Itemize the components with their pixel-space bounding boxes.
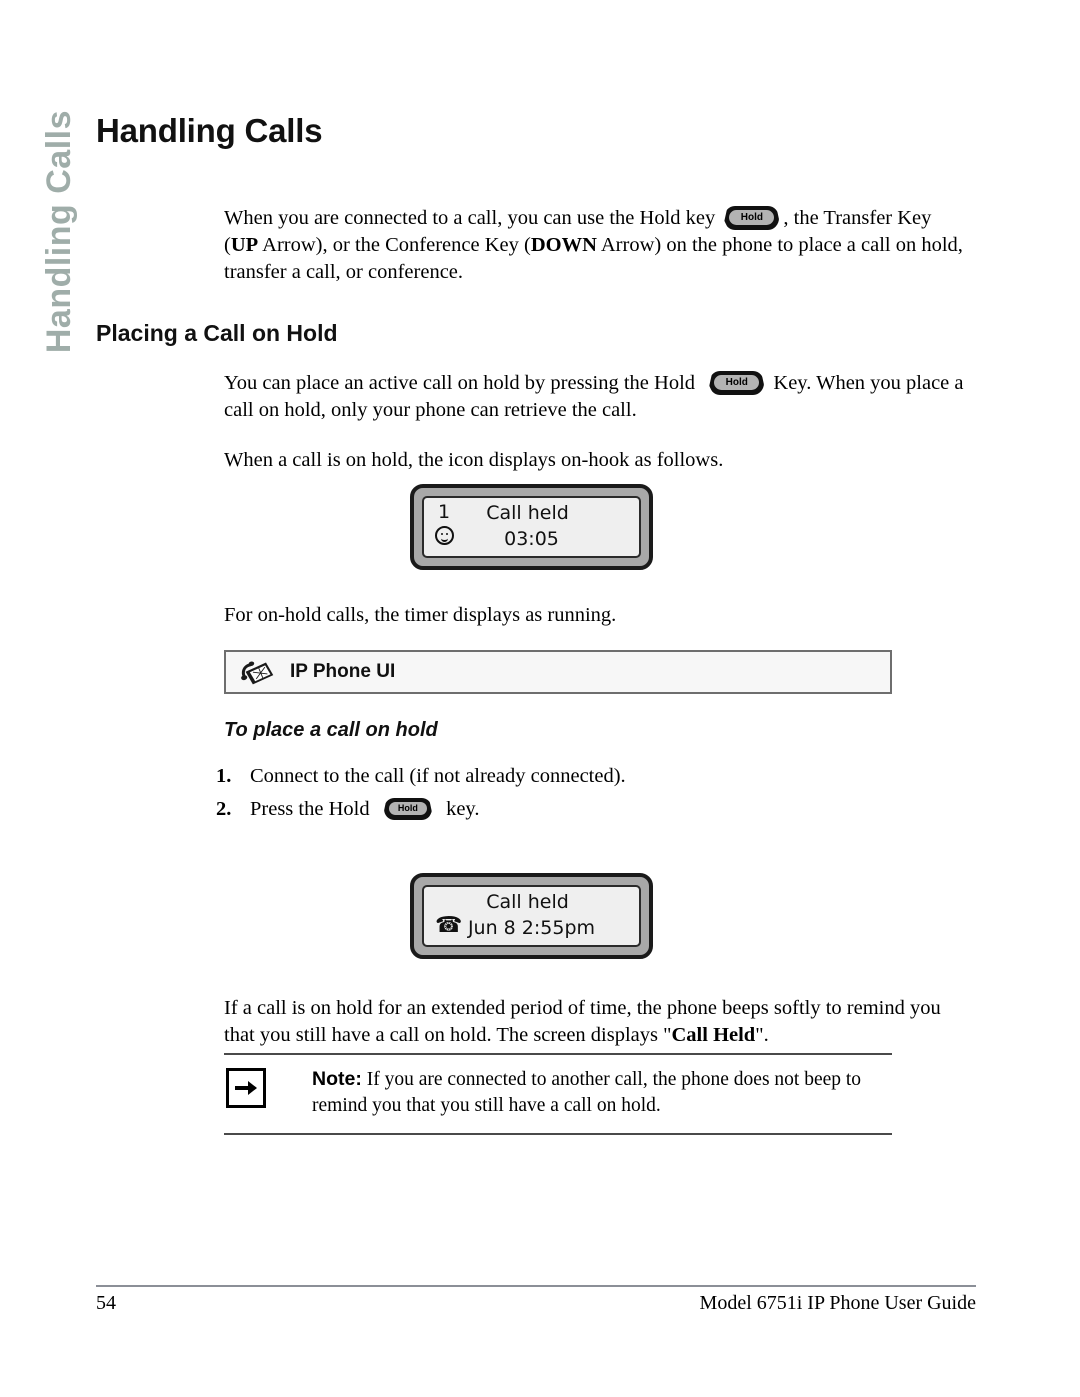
icon-paragraph: When a call is on hold, the icon display… [224, 449, 724, 471]
hold-key-inner: Hold [729, 210, 775, 225]
procedure-subheading: To place a call on hold [224, 719, 438, 741]
page-title: Handling Calls [96, 112, 323, 149]
desk-phone-icon [238, 657, 276, 687]
step2-text-after-key: key. [446, 798, 480, 820]
section-heading: Placing a Call on Hold [96, 320, 338, 346]
footer-rule [96, 1285, 976, 1287]
hold-paragraph: You can place an active call on hold by … [224, 370, 969, 424]
hold-key-icon-3[interactable]: Hold [383, 798, 432, 820]
right-arrow-icon [226, 1068, 266, 1108]
intro-paragraph: When you are connected to a call, you ca… [224, 205, 969, 286]
ip-phone-ui-label: IP Phone UI [290, 661, 396, 682]
step-text: Press the Hold Hold key. [250, 793, 916, 826]
intro-bold-down: DOWN [530, 234, 597, 256]
step2-text-before-key: Press the Hold [250, 798, 370, 820]
hold-text-before-key: You can place an active call on hold by … [224, 372, 696, 394]
hold-key-inner: Hold [714, 375, 760, 390]
intro-text-before-key: When you are connected to a call, you ca… [224, 207, 716, 229]
icon-paragraph-block: When a call is on hold, the icon display… [224, 447, 969, 474]
lcd-screen-area: Call held ☎ Jun 8 2:55pm [422, 885, 641, 947]
footer-guide-title: Model 6751i IP Phone User Guide [699, 1292, 976, 1314]
lcd-call-timer: 03:05 [504, 528, 559, 550]
lcd-call-status-title: Call held [486, 891, 569, 913]
running-head-vertical: Handling Calls [40, 110, 96, 430]
hold-key-label: Hold [725, 376, 748, 388]
beep-text-before-bold: If a call is on hold for an extended per… [224, 997, 941, 1046]
step-number: 2. [216, 798, 232, 820]
note-body: If you are connected to another call, th… [312, 1069, 862, 1116]
hold-key-inner: Hold [388, 802, 427, 815]
step-item-1: 1. Connect to the call (if not already c… [216, 760, 916, 793]
footer-page-number: 54 [96, 1292, 116, 1314]
procedure-steps: 1. Connect to the call (if not already c… [216, 760, 916, 826]
beep-paragraph: If a call is on hold for an extended per… [224, 995, 969, 1049]
lcd-call-timestamp: Jun 8 2:55pm [467, 917, 596, 939]
lcd-call-status-title: Call held [486, 502, 569, 524]
lcd-display-call-held-timer: 1 Call held 03:05 [410, 484, 653, 570]
lcd-screen-area: 1 Call held 03:05 [422, 496, 641, 558]
hold-paragraph-block: You can place an active call on hold by … [224, 370, 969, 424]
step-text: Connect to the call (if not already conn… [250, 765, 626, 787]
hold-key-label: Hold [397, 803, 418, 813]
timer-paragraph: For on-hold calls, the timer displays as… [224, 604, 617, 626]
running-head-text: Handling Calls [40, 110, 78, 354]
note-box: Note: If you are connected to another ca… [224, 1066, 892, 1119]
intro-bold-up: UP [230, 234, 259, 256]
beep-paragraph-block: If a call is on hold for an extended per… [224, 995, 969, 1049]
step-number: 1. [216, 765, 232, 787]
step-item-2: 2. Press the Hold Hold key. [216, 793, 916, 826]
note-rule-top [224, 1053, 892, 1055]
note-rule-bottom [224, 1133, 892, 1135]
note-text: Note: If you are connected to another ca… [312, 1066, 892, 1119]
timer-paragraph-block: For on-hold calls, the timer displays as… [224, 602, 969, 629]
note-label: Note: [312, 1068, 362, 1090]
intro-text-mid: Arrow), or the Conference Key ( [258, 234, 531, 256]
beep-bold-call-held: Call Held [671, 1024, 756, 1046]
hold-key-icon-2[interactable]: Hold [709, 371, 765, 395]
beep-text-after-bold: ". [755, 1024, 769, 1046]
hold-key-icon[interactable]: Hold [724, 206, 780, 230]
ip-phone-ui-bar: IP Phone UI [224, 650, 892, 694]
hold-key-label: Hold [740, 211, 763, 223]
lcd-display-call-held-timestamp: Call held ☎ Jun 8 2:55pm [410, 873, 653, 959]
intro-paragraph-block: When you are connected to a call, you ca… [224, 205, 969, 286]
